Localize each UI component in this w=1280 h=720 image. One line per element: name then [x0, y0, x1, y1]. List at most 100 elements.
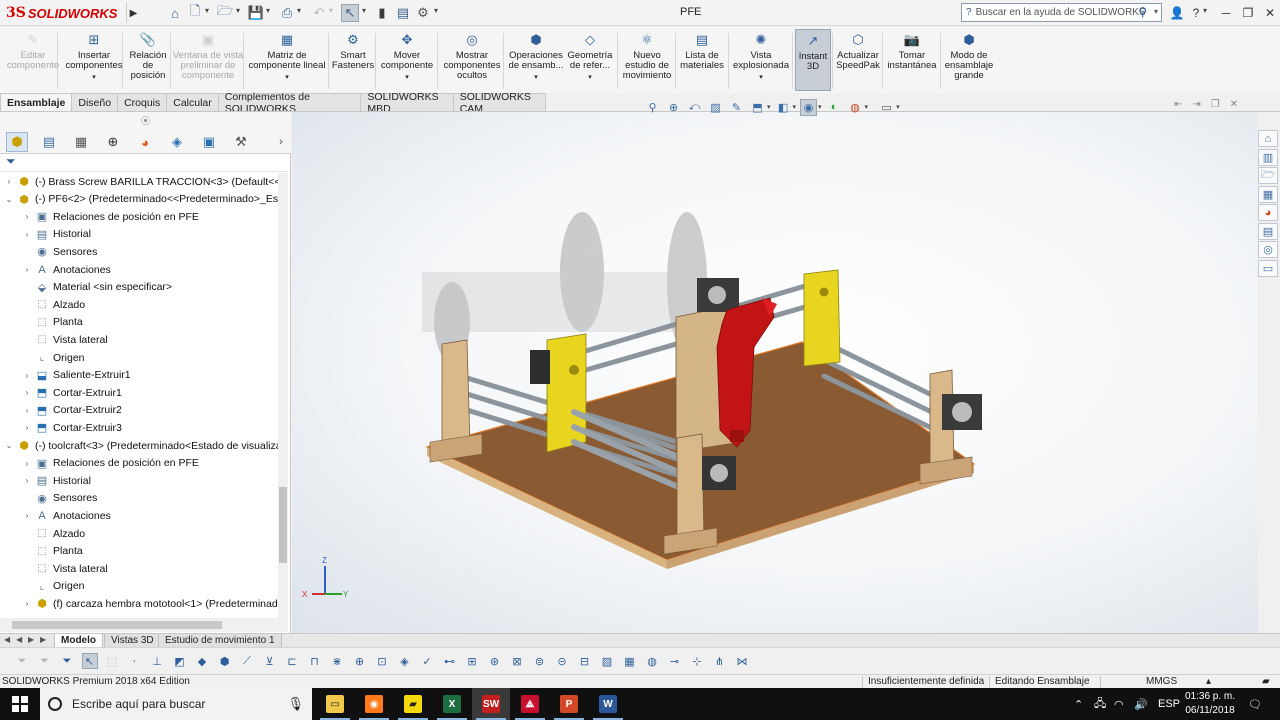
minimize-icon[interactable]: ─: [1216, 4, 1236, 22]
select-arrow-icon[interactable]: ↖: [341, 4, 359, 22]
tolerance-filter-icon[interactable]: ⊠: [509, 653, 525, 669]
hide-show-items-icon[interactable]: ◉: [800, 98, 818, 116]
windows-start-icon[interactable]: [0, 688, 40, 720]
expand-icon[interactable]: ›: [22, 423, 32, 432]
viewport-tile-icon[interactable]: ⇥: [1192, 99, 1200, 110]
cam-feature-tab-icon[interactable]: ◈: [166, 132, 188, 152]
sketch-segment-filter-icon[interactable]: ⊓: [307, 653, 323, 669]
command-linear-pattern[interactable]: ▦ Matriz de componente lineal ▾: [246, 31, 328, 91]
tree-node[interactable]: › A Anotaciones: [22, 261, 111, 278]
mesh-filter-icon[interactable]: ⊹: [689, 653, 705, 669]
chevron-down-icon[interactable]: ▾: [362, 6, 366, 15]
chevron-up-icon[interactable]: ⌃: [1074, 688, 1083, 720]
tree-node[interactable]: ⬚ Alzado: [22, 525, 85, 542]
tree-node[interactable]: › ⬓ Saliente-Extruir1: [22, 367, 131, 384]
left-gantry-plate[interactable]: [546, 333, 587, 453]
tree-node[interactable]: ⌄ ⬢ (-) PF6<2> (Predeterminado<<Predetermi…: [4, 191, 278, 208]
expand-icon[interactable]: ›: [22, 459, 32, 468]
tree-node[interactable]: › ▣ Relaciones de posición en PFE: [22, 208, 199, 225]
expand-icon[interactable]: ›: [22, 371, 32, 380]
chevron-down-icon[interactable]: ▾: [793, 103, 797, 111]
bottom-tab-modelo[interactable]: Modelo: [54, 634, 103, 648]
filter-toggle-icon[interactable]: ⏷: [59, 653, 75, 669]
tree-node[interactable]: › ▤ Historial: [22, 472, 91, 489]
expand-icon[interactable]: ›: [4, 177, 14, 186]
command-edit-component[interactable]: ✎ Editar componente: [7, 31, 59, 91]
hatch-filter-icon[interactable]: ▨: [599, 653, 615, 669]
microphone-icon[interactable]: 🎙: [287, 696, 304, 712]
expand-icon[interactable]: ›: [22, 230, 32, 239]
acrobat-icon[interactable]: ⟁: [511, 688, 549, 720]
chevron-down-icon[interactable]: ▾: [767, 103, 771, 111]
menu-expand-arrow-icon[interactable]: ▶: [126, 3, 140, 23]
sketch-filter-icon[interactable]: ⊏: [284, 653, 300, 669]
gear-icon[interactable]: ⚙: [414, 4, 432, 22]
display-style-icon[interactable]: ◧: [775, 99, 792, 116]
tree-node[interactable]: ⌄ ⬢ (-) toolcraft<3> (Predeterminado<Estad…: [4, 437, 278, 454]
chevron-down-icon[interactable]: ▾: [285, 73, 289, 83]
chevron-down-icon[interactable]: ▾: [896, 103, 900, 111]
next-tab-icon[interactable]: ▶: [28, 635, 34, 644]
previous-view-icon[interactable]: ⤺: [686, 99, 703, 116]
open-folder-icon[interactable]: 🗁: [216, 3, 234, 22]
file-explorer-icon[interactable]: 🗁: [1258, 167, 1278, 184]
chevron-down-icon[interactable]: ▾: [297, 6, 301, 15]
chevron-down-icon[interactable]: ▾: [266, 6, 270, 15]
tab-solidworks-cam[interactable]: SOLIDWORKS CAM: [452, 91, 546, 115]
right-gantry-plate[interactable]: [803, 269, 841, 367]
dimension-filter-icon[interactable]: ⊞: [464, 653, 480, 669]
filter-icon[interactable]: ⏷: [14, 653, 30, 669]
balloon-filter-icon[interactable]: ⊛: [487, 653, 503, 669]
command-move-component[interactable]: ✥ Mover componente ▾: [378, 31, 436, 91]
viewport-restore-icon[interactable]: ❐: [1211, 99, 1220, 110]
routing-point-filter-icon[interactable]: ⋈: [734, 653, 750, 669]
volume-icon[interactable]: 🔊: [1134, 688, 1148, 720]
dynamic-annotation-icon[interactable]: ✎: [728, 99, 745, 116]
tree-node[interactable]: › A Anotaciones: [22, 507, 111, 524]
expand-icon[interactable]: ›: [22, 476, 32, 485]
solidworks-icon[interactable]: SW: [472, 688, 510, 720]
command-motion-study[interactable]: ⚛ Nuevo estudio de movimiento: [620, 31, 674, 91]
cam-tools-tab-icon[interactable]: ⚒: [230, 132, 252, 152]
tree-node[interactable]: ◉ Sensores: [22, 243, 97, 260]
custom-properties-icon[interactable]: ▤: [1258, 222, 1278, 240]
tree-node[interactable]: ⬙ Material <sin especificar>: [22, 279, 172, 296]
viewport-tile-icon[interactable]: ⇤: [1174, 99, 1182, 110]
collapse-icon[interactable]: ⌄: [4, 441, 14, 450]
feature-manager-tab-icon[interactable]: ⬢: [6, 132, 28, 152]
forum-icon[interactable]: ◎: [1258, 241, 1278, 258]
first-tab-icon[interactable]: ◀: [4, 635, 10, 644]
chevron-down-icon[interactable]: ▾: [236, 6, 240, 15]
appearances-icon[interactable]: ◕: [1258, 204, 1278, 221]
command-large-assembly[interactable]: ⬢ Modo de ensamblaje grande: [942, 31, 996, 91]
block-filter-icon[interactable]: ⊟: [577, 653, 593, 669]
chevron-up-icon[interactable]: ▴: [1206, 676, 1211, 687]
word-icon[interactable]: W: [589, 688, 627, 720]
network-icon[interactable]: 🖧: [1094, 688, 1106, 720]
expand-icon[interactable]: ›: [22, 388, 32, 397]
chevron-down-icon[interactable]: ▾: [205, 6, 209, 15]
tree-node[interactable]: › ⬒ Cortar-Extruir1: [22, 384, 122, 401]
command-fastener[interactable]: ⚙ Smart Fasteners: [331, 31, 375, 91]
excel-icon[interactable]: X: [433, 688, 471, 720]
chevron-down-icon[interactable]: ▾: [1203, 6, 1207, 15]
expand-icon[interactable]: ›: [22, 212, 32, 221]
chevron-down-icon[interactable]: ▾: [92, 73, 96, 83]
filter-clear-icon[interactable]: ⏷: [37, 653, 53, 669]
face-filter-icon[interactable]: ◩: [172, 653, 188, 669]
chevron-down-icon[interactable]: ▾: [534, 73, 538, 83]
command-assembly-features[interactable]: ⬢ Operaciones de ensamb... ▾: [506, 31, 566, 91]
select-lasso-icon[interactable]: ⬚: [104, 653, 120, 669]
chevron-down-icon[interactable]: ▾: [405, 73, 409, 83]
surface-filter-icon[interactable]: ◆: [194, 653, 210, 669]
solid-filter-icon[interactable]: ⬢: [217, 653, 233, 669]
expand-icon[interactable]: ›: [22, 599, 32, 608]
chevron-down-icon[interactable]: ▾: [865, 103, 869, 111]
chevron-right-icon[interactable]: ›: [270, 132, 292, 152]
tab-solidworks-mbd[interactable]: SOLIDWORKS MBD: [360, 91, 454, 115]
viewport-close-icon[interactable]: ✕: [1230, 99, 1238, 110]
tree-node[interactable]: › ⬒ Cortar-Extruir3: [22, 419, 122, 436]
tree-node[interactable]: ⬚ Planta: [22, 314, 83, 331]
notification-icon[interactable]: 🗨: [1248, 688, 1262, 720]
chevron-down-icon[interactable]: ▾: [434, 6, 438, 15]
